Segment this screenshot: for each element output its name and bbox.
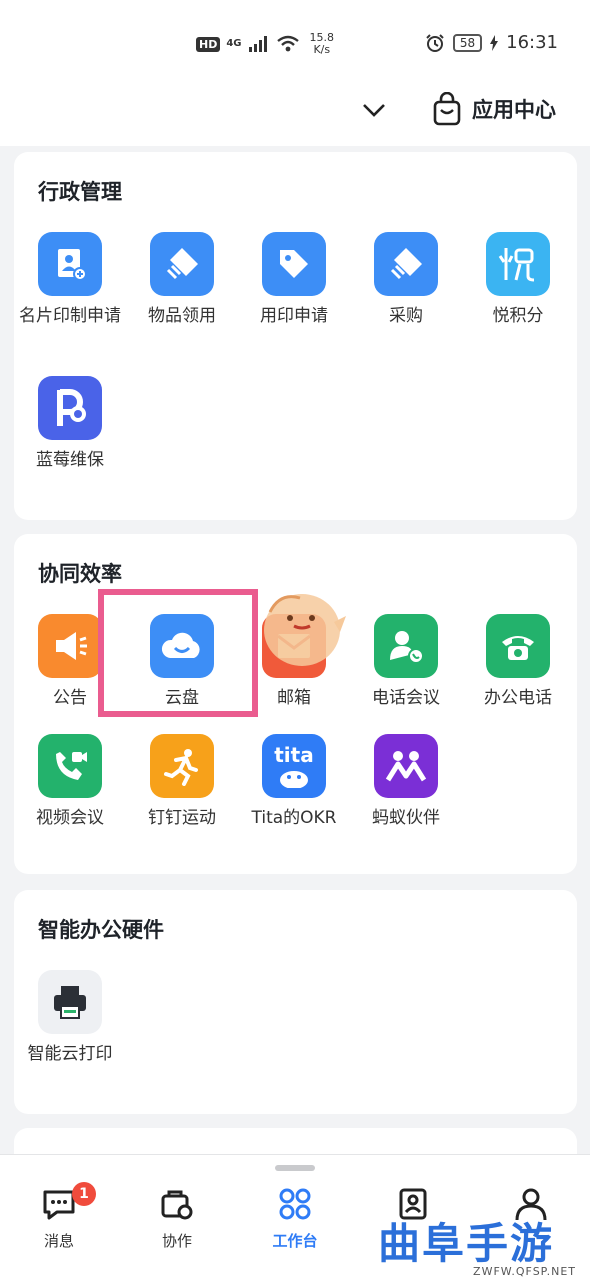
cloud-icon [150, 614, 214, 678]
status-bar: HD 4G 15.8 K/s 58 16:31 [0, 28, 590, 62]
app-label: Tita的OKR [251, 808, 337, 828]
app-label: 智能云打印 [27, 1044, 113, 1064]
app-smart-cloud-print[interactable]: 智能云打印 [14, 970, 126, 1066]
video-call-icon [38, 734, 102, 798]
shopping-bag-icon [433, 92, 461, 126]
app-label: 钉钉运动 [148, 808, 216, 828]
app-cloud-drive[interactable]: 云盘 [126, 614, 238, 710]
section-title: 协同效率 [38, 562, 122, 586]
office-phone-icon [486, 614, 550, 678]
app-center-button[interactable]: 应用中心 [432, 92, 556, 126]
drag-handle[interactable] [275, 1165, 315, 1171]
app-label: 蚂蚁伙伴 [372, 808, 440, 828]
app-label: 云盘 [165, 688, 199, 708]
watermark-url: ZWFW.QFSP.NET [473, 1265, 576, 1278]
network-speed: 15.8 K/s [310, 32, 335, 56]
chevron-down-icon[interactable] [360, 96, 388, 124]
unread-badge: 1 [72, 1182, 96, 1206]
app-label: 用印申请 [260, 306, 328, 326]
purchase-icon [374, 232, 438, 296]
workbench-icon [279, 1188, 311, 1220]
printer-icon [38, 970, 102, 1034]
site-watermark: 曲阜手游网 ZWFW.QFSP.NET [378, 1210, 588, 1278]
section-smart-hardware: 智能办公硬件 智能云打印 [14, 890, 577, 1114]
battery-level: 58 [452, 33, 483, 52]
business-card-icon [38, 232, 102, 296]
app-seal-request[interactable]: 用印申请 [238, 232, 350, 328]
section-title: 智能办公硬件 [38, 918, 164, 942]
app-ant-partner[interactable]: 蚂蚁伙伴 [350, 734, 462, 830]
app-video-conference[interactable]: 视频会议 [14, 734, 126, 830]
tita-logo-text: tita [274, 743, 314, 767]
section-title: 行政管理 [38, 180, 122, 204]
app-announcement[interactable]: 公告 [14, 614, 126, 710]
app-label: 悦积分 [492, 306, 544, 326]
tab-label: 消息 [43, 1232, 74, 1250]
tab-workbench[interactable]: 工作台 [250, 1186, 340, 1251]
app-label: 邮箱 [277, 688, 311, 708]
app-office-phone[interactable]: 办公电话 [462, 614, 574, 710]
tab-label: 协作 [161, 1232, 192, 1250]
app-label: 物品领用 [148, 306, 216, 326]
points-icon [486, 232, 550, 296]
app-label: 蓝莓维保 [36, 450, 104, 470]
app-label: 采购 [389, 306, 423, 326]
status-right: 58 16:31 [425, 32, 558, 53]
page-header: 应用中心 [0, 90, 590, 134]
tab-collaboration[interactable]: 协作 [132, 1186, 222, 1251]
app-tita-okr[interactable]: tita Tita的OKR [238, 734, 350, 830]
speed-unit: K/s [313, 43, 331, 56]
tab-label: 工作台 [272, 1232, 318, 1250]
app-dingtalk-sports[interactable]: 钉钉运动 [126, 734, 238, 830]
app-business-card[interactable]: 名片印制申请 [14, 232, 126, 328]
running-icon [150, 734, 214, 798]
app-label: 办公电话 [484, 688, 552, 708]
tag-icon [262, 232, 326, 296]
status-left: HD 4G 15.8 K/s [196, 32, 334, 56]
megaphone-icon [38, 614, 102, 678]
signal-icon [248, 36, 267, 52]
hd-indicator: HD [196, 36, 221, 52]
app-center-label: 应用中心 [472, 98, 556, 122]
app-blueberry-maintenance[interactable]: 蓝莓维保 [14, 376, 126, 472]
blueberry-icon [38, 376, 102, 440]
mascot-sticker [264, 594, 346, 666]
charging-icon [490, 34, 499, 51]
app-items-requisition[interactable]: 物品领用 [126, 232, 238, 328]
app-label: 电话会议 [372, 688, 440, 708]
app-points[interactable]: 悦积分 [462, 232, 574, 328]
tita-icon: tita [262, 734, 326, 798]
collaboration-icon [161, 1190, 193, 1220]
clock: 16:31 [506, 32, 558, 53]
ant-partner-icon [374, 734, 438, 798]
section-admin: 行政管理 名片印制申请 物品领用 用印申请 采购 悦积分 蓝莓维保 [14, 152, 577, 520]
alarm-icon [426, 33, 444, 52]
items-icon [150, 232, 214, 296]
wifi-icon [276, 35, 299, 52]
top-bar: HD 4G 15.8 K/s 58 16:31 应用中心 [0, 0, 590, 146]
app-conference-call[interactable]: 电话会议 [350, 614, 462, 710]
app-label: 名片印制申请 [19, 306, 121, 326]
conference-call-icon [374, 614, 438, 678]
network-type: 4G [226, 38, 242, 49]
app-label: 视频会议 [36, 808, 104, 828]
app-purchase[interactable]: 采购 [350, 232, 462, 328]
app-label: 公告 [53, 688, 87, 708]
tab-messages[interactable]: 1 消息 [14, 1182, 104, 1251]
